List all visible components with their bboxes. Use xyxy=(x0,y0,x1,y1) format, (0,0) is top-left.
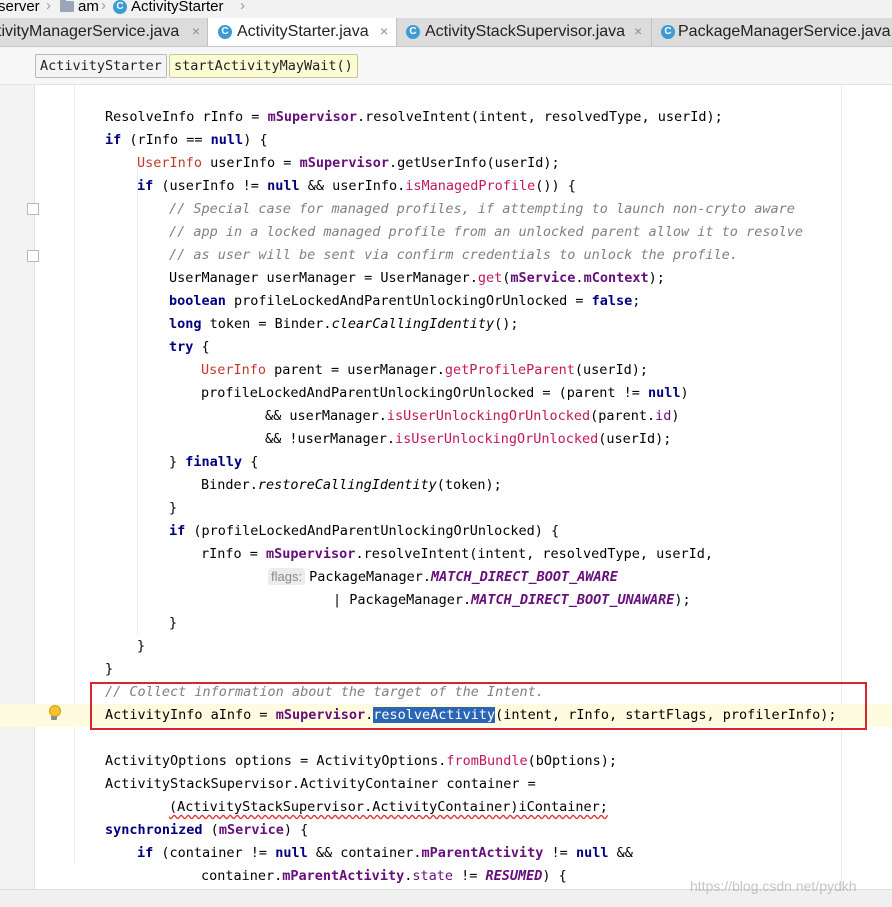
indent-guide xyxy=(74,85,75,865)
code-line: && !userManager.isUserUnlockingOrUnlocke… xyxy=(265,431,672,447)
breadcrumb: server › am › C ActivityStarter › xyxy=(0,0,892,18)
code-line: flags: PackageManager.MATCH_DIRECT_BOOT_A… xyxy=(268,568,618,587)
right-margin-guide xyxy=(841,85,842,906)
chevron-right-icon: › xyxy=(46,0,51,14)
code-line: } xyxy=(169,615,178,631)
tab-label: PackageManagerService.java xyxy=(678,23,891,40)
code-line: try { xyxy=(169,339,210,355)
code-line: if (userInfo != null && userInfo.isManag… xyxy=(137,178,576,194)
tab-label: ActivityStackSupervisor.java xyxy=(425,23,626,40)
nav-class-chip[interactable]: ActivityStarter xyxy=(35,54,167,78)
annotation-box xyxy=(90,682,867,730)
nav-method-chip[interactable]: startActivityMayWait() xyxy=(169,54,358,78)
navigation-bar: ActivityStarter startActivityMayWait() xyxy=(0,47,892,85)
editor-tabs: tivityManagerService.java × C ActivitySt… xyxy=(0,18,892,47)
close-icon[interactable]: × xyxy=(380,23,388,39)
code-line: long token = Binder.clearCallingIdentity… xyxy=(169,316,519,332)
code-line: } finally { xyxy=(169,454,259,470)
code-line: UserInfo parent = userManager.getProfile… xyxy=(201,362,649,378)
code-line: if (profileLockedAndParentUnlockingOrUnl… xyxy=(169,523,560,539)
code-line: UserInfo userInfo = mSupervisor.getUserI… xyxy=(137,155,560,171)
code-line: } xyxy=(137,638,146,654)
code-editor[interactable]: ResolveInfo rInfo = mSupervisor.resolveI… xyxy=(0,85,892,906)
breadcrumb-item-am[interactable]: am xyxy=(78,0,99,15)
tab-label: tivityManagerService.java xyxy=(0,23,180,40)
code-line: ResolveInfo rInfo = mSupervisor.resolveI… xyxy=(105,109,723,125)
close-icon[interactable]: × xyxy=(192,23,200,39)
code-line: UserManager userManager = UserManager.ge… xyxy=(169,270,665,286)
code-line: Binder.restoreCallingIdentity(token); xyxy=(201,477,502,493)
code-line: profileLockedAndParentUnlockingOrUnlocke… xyxy=(201,385,689,401)
tab-label: ActivityStarter.java xyxy=(237,23,369,40)
code-line: rInfo = mSupervisor.resolveIntent(intent… xyxy=(201,546,714,562)
code-line: && userManager.isUserUnlockingOrUnlocked… xyxy=(265,408,680,424)
tab-activitymanagerservice[interactable]: tivityManagerService.java × xyxy=(0,18,208,46)
watermark-text: https://blog.csdn.net/pydkh xyxy=(690,878,857,894)
code-line: if (rInfo == null) { xyxy=(105,132,268,148)
code-comment: // Special case for managed profiles, if… xyxy=(169,201,795,217)
code-line: } xyxy=(169,500,178,516)
code-line: (ActivityStackSupervisor.ActivityContain… xyxy=(169,799,608,815)
code-line: boolean profileLockedAndParentUnlockingO… xyxy=(169,293,641,309)
code-line: ActivityStackSupervisor.ActivityContaine… xyxy=(105,776,536,792)
code-line: | PackageManager.MATCH_DIRECT_BOOT_UNAWA… xyxy=(333,592,691,608)
lightbulb-icon[interactable] xyxy=(48,705,61,721)
fold-marker-icon[interactable] xyxy=(27,203,39,215)
parameter-hint: flags: xyxy=(268,568,306,585)
code-line: } xyxy=(105,661,114,677)
chevron-right-icon: › xyxy=(240,0,245,14)
breadcrumb-item-activitystarter[interactable]: ActivityStarter xyxy=(131,0,224,15)
breadcrumb-item-server[interactable]: server xyxy=(0,0,40,15)
tab-packagemanagerservice[interactable]: C PackageManagerService.java xyxy=(652,18,892,46)
folder-icon xyxy=(60,0,74,12)
chevron-right-icon: › xyxy=(101,0,106,14)
tab-activitystacksupervisor[interactable]: C ActivityStackSupervisor.java × xyxy=(397,18,652,46)
close-icon[interactable]: × xyxy=(634,23,642,39)
class-icon: C xyxy=(113,0,127,14)
class-icon: C xyxy=(406,25,420,39)
code-line: if (container != null && container.mPare… xyxy=(137,845,633,861)
code-line: synchronized (mService) { xyxy=(105,822,309,838)
fold-marker-icon[interactable] xyxy=(27,250,39,262)
code-line: container.mParentActivity.state != RESUM… xyxy=(201,868,567,884)
tab-activitystarter[interactable]: C ActivityStarter.java × xyxy=(208,18,397,46)
code-line: ActivityOptions options = ActivityOption… xyxy=(105,753,618,769)
class-icon: C xyxy=(661,25,675,39)
code-comment: // app in a locked managed profile from … xyxy=(169,224,803,240)
code-comment: // as user will be sent via confirm cred… xyxy=(169,247,738,263)
indent-guide xyxy=(137,165,138,635)
class-icon: C xyxy=(218,25,232,39)
